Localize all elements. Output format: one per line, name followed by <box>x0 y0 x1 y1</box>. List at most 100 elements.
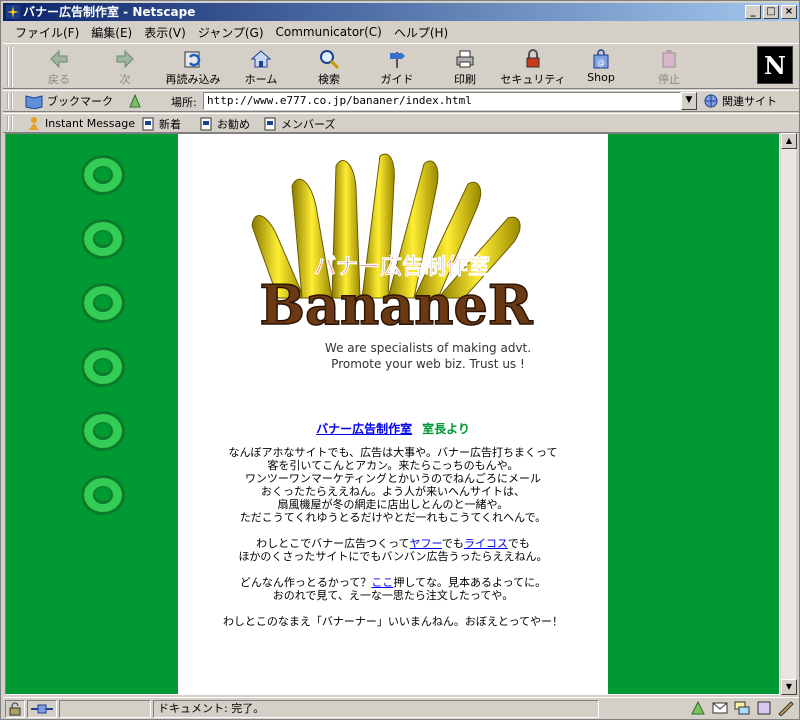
url-field[interactable]: http://www.e777.co.jp/bananer/index.html <box>203 92 681 110</box>
main-column: バナー広告制作室 BananeR We are specialists of m… <box>178 134 608 694</box>
bookmarks-label: ブックマーク <box>47 95 113 108</box>
minimize-button[interactable]: _ <box>745 5 761 19</box>
p1-line-2: 客を引いてこんとアカン。来たらこっちのもんや。 <box>267 459 519 472</box>
green-ring-icon[interactable] <box>78 472 128 518</box>
menu-help[interactable]: ヘルプ(H) <box>388 24 454 41</box>
toolbar-grip[interactable] <box>7 47 13 87</box>
banner-tagline-2: Promote your web biz. Trust us ! <box>331 357 525 371</box>
print-button[interactable]: 印刷 <box>431 48 499 88</box>
maximize-button[interactable]: □ <box>763 5 779 19</box>
title-bar: バナー広告制作室 - Netscape _ □ × <box>3 3 799 21</box>
green-ring-icon[interactable] <box>78 152 128 198</box>
yahoo-link[interactable]: ヤフー <box>410 537 442 550</box>
scroll-down-button[interactable]: ▼ <box>781 679 797 695</box>
netscape-logo[interactable]: N <box>757 46 793 84</box>
p1-line-5: 扇風機屋が冬の網走に店出しとんのと一緒や。 <box>277 498 509 511</box>
paragraph-1: なんぼアホなサイトでも、広告は大事や。バナー広告打ちまくって 客を引いてこんとア… <box>178 446 608 524</box>
paragraph-3: どんなん作っとるかって？ここ押してな。見本あるよってに。 おのれで見て、え一な一… <box>178 576 608 602</box>
status-message: ドキュメント: 完了。 <box>153 700 599 718</box>
composer-tray-icon[interactable] <box>777 700 795 716</box>
stop-label: 停止 <box>658 73 680 86</box>
p1-line-4: おくったたらええねん。よう人が来いへんサイトは、 <box>261 485 525 498</box>
green-ring-icon[interactable] <box>78 280 128 326</box>
location-label: 場所: <box>171 96 197 109</box>
back-button[interactable]: 戻る <box>25 48 93 88</box>
personal-toolbar: Instant Message 新着 お勧め メンバーズ <box>3 113 799 133</box>
mail-tray-icon[interactable] <box>711 700 729 716</box>
search-button[interactable]: 検索 <box>295 48 363 88</box>
print-label: 印刷 <box>454 73 476 86</box>
shop-button[interactable]: @ Shop <box>567 48 635 88</box>
forward-label: 次 <box>119 73 131 86</box>
security-label: セキュリティ <box>500 73 566 86</box>
right-green-column <box>608 134 779 694</box>
location-grip[interactable] <box>7 93 13 109</box>
related-sites-label: 関連サイト <box>722 95 777 108</box>
window-title: バナー広告制作室 - Netscape <box>23 5 196 19</box>
p1-line-6: ただこうてくれゆうとるだけやとだ一れもこうてくれへんで。 <box>239 511 547 524</box>
printer-icon <box>456 50 474 68</box>
paragraph-4: わしとこのなまえ「バナーナー」いいまんねん。おぼえとってやー！ <box>178 615 608 628</box>
p3-text-a: どんなん作っとるかって？ <box>239 576 372 589</box>
bookmark-page-icon <box>264 117 276 131</box>
p4-text: わしとこのなまえ「バナーナー」いいまんねん。おぼえとってやー！ <box>222 615 564 628</box>
close-button[interactable]: × <box>781 5 797 19</box>
scroll-up-button[interactable]: ▲ <box>781 133 797 149</box>
reload-button[interactable]: 再読み込み <box>159 48 227 88</box>
green-ring-icon[interactable] <box>78 408 128 454</box>
recommended-link[interactable]: お勧め <box>199 116 250 132</box>
samples-here-link[interactable]: ここ <box>371 576 393 589</box>
shop-bag-icon: @ <box>593 49 609 69</box>
bookmarks-button[interactable]: ブックマーク <box>25 92 113 110</box>
menu-go[interactable]: ジャンプ(G) <box>192 24 270 41</box>
menu-file[interactable]: ファイル(F) <box>9 24 85 41</box>
reload-icon <box>184 51 201 68</box>
green-ring-icon[interactable] <box>78 216 128 262</box>
menu-view[interactable]: 表示(V) <box>138 24 192 41</box>
discussion-tray-icon[interactable] <box>733 700 751 716</box>
menu-edit[interactable]: 編集(E) <box>85 24 138 41</box>
progress-cell <box>59 700 151 718</box>
banner-studio-link[interactable]: バナー広告制作室 <box>316 422 412 436</box>
p1-line-3: ワンツーワンマーケティングとかいうのでねんごろにメール <box>244 472 542 485</box>
lycos-link[interactable]: ライコス <box>464 537 508 550</box>
addressbook-tray-icon[interactable] <box>755 700 773 716</box>
from-director-text: 室長より <box>422 422 470 436</box>
guide-button[interactable]: ガイド <box>363 48 431 88</box>
connection-status-cell <box>27 700 57 718</box>
bookmark-book-icon <box>25 95 43 109</box>
navigator-tray-icon[interactable] <box>689 700 707 716</box>
back-arrow-icon <box>50 49 68 69</box>
guide-signpost-icon <box>390 52 405 68</box>
security-button[interactable]: セキュリティ <box>499 48 567 88</box>
home-icon <box>250 50 272 68</box>
related-globe-icon <box>704 94 718 108</box>
back-label: 戻る <box>48 73 70 86</box>
menu-bar: ファイル(F) 編集(E) 表示(V) ジャンプ(G) Communicator… <box>3 22 799 42</box>
personal-grip[interactable] <box>7 116 13 130</box>
guide-label: ガイド <box>380 73 414 86</box>
stop-icon <box>662 50 676 68</box>
p2-line-2: ほかのくさったサイトにでもバンバン広告うったらええねん。 <box>238 550 548 563</box>
forward-arrow-icon <box>116 49 134 69</box>
page-proxy-icon[interactable] <box>127 93 143 109</box>
members-link[interactable]: メンバーズ <box>263 116 335 132</box>
status-bar: ドキュメント: 完了。 <box>3 697 799 719</box>
security-status-cell[interactable] <box>5 700 25 718</box>
url-dropdown-button[interactable]: ▼ <box>681 92 697 110</box>
forward-button[interactable]: 次 <box>91 48 159 88</box>
new-link[interactable]: 新着 <box>141 116 181 132</box>
message-body: なんぼアホなサイトでも、広告は大事や。バナー広告打ちまくって 客を引いてこんとア… <box>178 446 608 641</box>
search-label: 検索 <box>318 73 340 86</box>
page-content: バナー広告制作室 BananeR We are specialists of m… <box>5 133 780 695</box>
home-button[interactable]: ホーム <box>227 48 295 88</box>
p3-text-b: 押してな。見本あるよってに。 <box>393 576 547 589</box>
stop-button[interactable]: 停止 <box>635 48 703 88</box>
related-sites-button[interactable]: 関連サイト <box>703 93 777 109</box>
location-toolbar: ブックマーク 場所: http://www.e777.co.jp/bananer… <box>3 90 799 112</box>
banner-logo-text: BananeR <box>259 273 533 337</box>
vertical-scrollbar[interactable]: ▲ ▼ <box>780 133 797 695</box>
green-ring-icon[interactable] <box>78 344 128 390</box>
instant-message-button[interactable]: Instant Message <box>27 116 135 130</box>
menu-communicator[interactable]: Communicator(C) <box>270 25 388 39</box>
